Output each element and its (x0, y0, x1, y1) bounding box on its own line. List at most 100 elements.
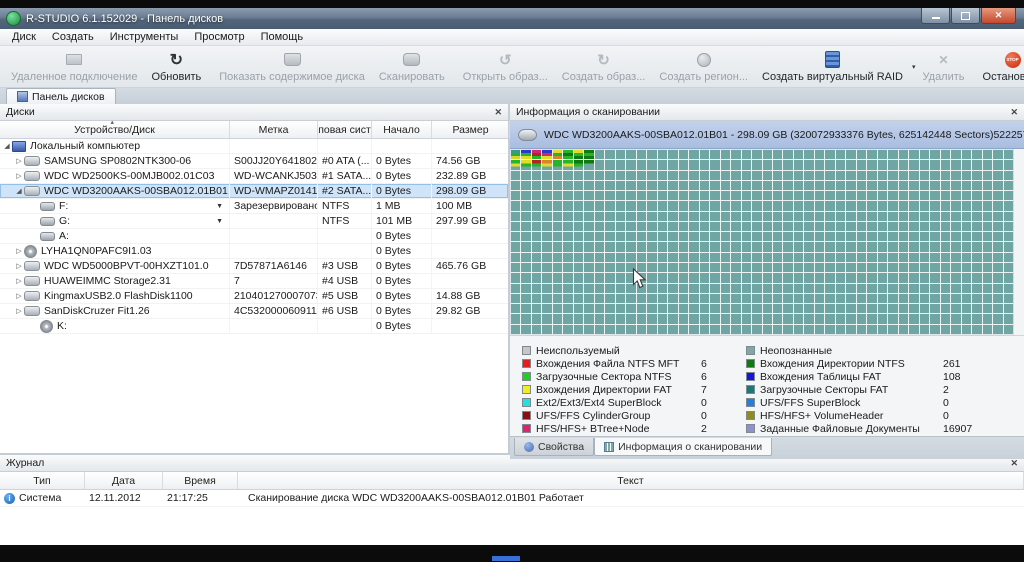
scan-block (972, 232, 981, 241)
restore-icon (961, 12, 970, 20)
disk-row[interactable]: ◢WDC WD3200AAKS-00SBA012.01B01WD-WMAPZ01… (0, 184, 508, 199)
disk-row[interactable]: ▷SAMSUNG SP0802NTK300-06S00JJ20Y641802#0… (0, 154, 508, 169)
log-column-header-0[interactable]: Тип (0, 472, 85, 489)
tab-disk-panel[interactable]: Панель дисков (6, 88, 116, 104)
log-column-header-1[interactable]: Дата (85, 472, 163, 489)
scan-block (553, 160, 562, 169)
scan-block (532, 304, 541, 313)
scan-block (951, 304, 960, 313)
scan-block (867, 273, 876, 282)
expand-icon[interactable]: ▷ (14, 292, 24, 300)
label-cell: 2104012700070732 (230, 289, 318, 303)
expand-icon[interactable]: ▷ (14, 262, 24, 270)
disks-panel-close-icon[interactable] (494, 106, 502, 118)
expand-icon[interactable]: ▷ (14, 247, 24, 255)
toolbar-button-stop[interactable]: Остановить (976, 48, 1024, 85)
scan-block (742, 232, 751, 241)
legend-swatch (746, 398, 755, 407)
scan-block (794, 181, 803, 190)
scan-block (511, 325, 520, 334)
scan-panel-close-icon[interactable] (1010, 106, 1018, 118)
scan-block (584, 222, 593, 231)
disk-row[interactable]: F:▼Зарезервировано с...NTFS1 MB100 MB (0, 199, 508, 214)
volume-dropdown-icon[interactable]: ▼ (216, 203, 225, 210)
scan-block (825, 160, 834, 169)
disk-row[interactable]: ◢Локальный компьютер (0, 139, 508, 154)
scan-block (626, 253, 635, 262)
scan-block (679, 273, 688, 282)
close-button[interactable] (981, 8, 1016, 24)
scan-block (773, 201, 782, 210)
disks-column-header-0[interactable]: Устройство/Диск (0, 121, 230, 138)
tab-properties[interactable]: Свойства (514, 438, 594, 456)
disk-row[interactable]: G:▼NTFS101 MB297.99 GB (0, 214, 508, 229)
scan-block (951, 253, 960, 262)
scan-block-grid[interactable] (511, 150, 1013, 334)
scan-block (878, 181, 887, 190)
label-cell: 7D57871A6146 (230, 259, 318, 273)
scan-block (752, 232, 761, 241)
scan-block (721, 314, 730, 323)
tab-scan-info[interactable]: Информация о сканировании (594, 438, 772, 456)
disks-column-header-1[interactable]: Метка (230, 121, 318, 138)
scan-block (553, 284, 562, 293)
hdd-icon (24, 261, 40, 271)
disks-column-header-2[interactable]: повая сист (318, 121, 372, 138)
legend-swatch (522, 372, 531, 381)
scan-block (574, 325, 583, 334)
scan-block (804, 232, 813, 241)
toolbar-button-create-region[interactable]: Создать регион... (652, 48, 755, 85)
scan-block (637, 150, 646, 159)
minimize-button[interactable] (921, 8, 950, 24)
scan-block (899, 242, 908, 251)
disks-column-header-3[interactable]: Начало (372, 121, 432, 138)
expand-icon[interactable]: ▷ (14, 157, 24, 165)
disks-column-header-4[interactable]: Размер (432, 121, 510, 138)
disk-row[interactable]: A:0 Bytes (0, 229, 508, 244)
scan-block (794, 294, 803, 303)
toolbar-button-raid[interactable]: Создать виртуальный RAID (755, 48, 910, 85)
expand-icon[interactable]: ▷ (14, 172, 24, 180)
menu-item-4[interactable]: Помощь (253, 29, 312, 45)
menu-item-1[interactable]: Создать (44, 29, 102, 45)
toolbar-button-refresh[interactable]: Обновить (144, 48, 208, 85)
scan-block (941, 181, 950, 190)
log-column-header-2[interactable]: Время (163, 472, 238, 489)
toolbar-button-disk-content[interactable]: Показать содержимое диска (212, 48, 372, 85)
disk-row[interactable]: K:0 Bytes (0, 319, 508, 334)
scan-block (941, 284, 950, 293)
disk-row[interactable]: ▷HUAWEIMMC Storage2.317#4 USB0 Bytes (0, 274, 508, 289)
collapse-icon[interactable]: ◢ (14, 187, 24, 195)
expand-icon[interactable]: ▷ (14, 277, 24, 285)
device-cell: G:▼ (0, 214, 230, 228)
toolbar-button-delete[interactable]: Удалить (916, 48, 972, 85)
log-row[interactable]: Система12.11.201221:17:25Сканирование ди… (0, 490, 1024, 507)
scan-block (721, 181, 730, 190)
restore-button[interactable] (951, 8, 980, 24)
disk-row[interactable]: ▷LYHA1QN0PAFC9I1.030 Bytes (0, 244, 508, 259)
scan-block (951, 191, 960, 200)
disk-row[interactable]: ▷WDC WD5000BPVT-00HXZT101.07D57871A6146#… (0, 259, 508, 274)
toolbar-button-open-image[interactable]: Открыть образ... (456, 48, 555, 85)
expand-icon[interactable]: ▷ (14, 307, 24, 315)
menu-item-3[interactable]: Просмотр (186, 29, 252, 45)
toolbar-button-scan[interactable]: Сканировать (372, 48, 452, 85)
legend-swatch (746, 411, 755, 420)
disk-row[interactable]: ▷SanDiskCruzer Fit1.264C5320000609111202… (0, 304, 508, 319)
toolbar-button-remote[interactable]: Удаленное подключение (4, 48, 144, 85)
volume-dropdown-icon[interactable]: ▼ (216, 218, 225, 225)
remote-icon (63, 51, 85, 69)
log-column-header-3[interactable]: Текст (238, 472, 1024, 489)
scan-block (742, 181, 751, 190)
scan-block (637, 253, 646, 262)
scan-scrollbar[interactable] (1013, 149, 1024, 335)
scan-block (742, 160, 751, 169)
scan-block (930, 325, 939, 334)
disk-row[interactable]: ▷KingmaxUSB2.0 FlashDisk1100210401270007… (0, 289, 508, 304)
menu-item-0[interactable]: Диск (4, 29, 44, 45)
toolbar-button-create-image[interactable]: Создать образ... (555, 48, 653, 85)
menu-item-2[interactable]: Инструменты (102, 29, 187, 45)
collapse-icon[interactable]: ◢ (2, 142, 12, 150)
scan-block (542, 284, 551, 293)
disk-row[interactable]: ▷WDC WD2500KS-00MJB002.01C03WD-WCANKJ503… (0, 169, 508, 184)
